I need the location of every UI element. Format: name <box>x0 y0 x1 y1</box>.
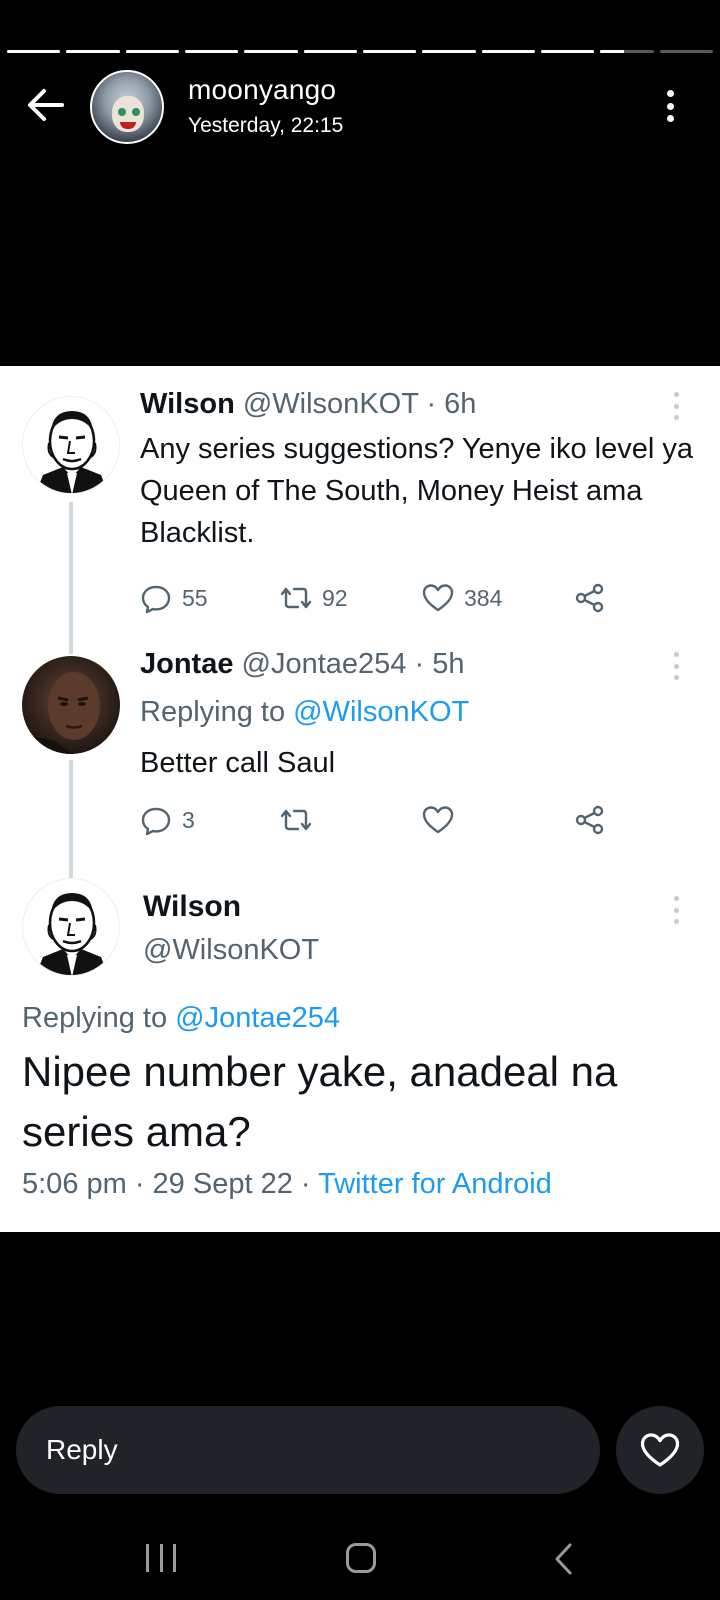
progress-segment <box>362 50 417 53</box>
progress-segment <box>244 50 298 53</box>
retweet-icon <box>280 587 312 609</box>
tweet-header: Jontae @Jontae254 · 5h <box>140 648 464 681</box>
tweet-source-link[interactable]: Twitter for Android <box>318 1168 552 1200</box>
author-name[interactable]: Jontae <box>140 648 233 680</box>
more-options-button[interactable] <box>660 88 680 124</box>
home-button[interactable] <box>346 1543 376 1573</box>
author-handle-time: @Jontae254 · 5h <box>241 648 465 680</box>
like-story-button[interactable] <box>616 1406 704 1494</box>
tweet-text: Better call Saul <box>140 747 336 779</box>
portrait-icon <box>35 411 109 493</box>
thread-line <box>69 760 73 878</box>
chevron-left-icon <box>555 1543 572 1575</box>
progress-segment <box>66 50 120 53</box>
thread-line <box>69 502 73 654</box>
portrait-icon <box>35 893 109 975</box>
author-name[interactable]: Wilson <box>140 388 235 420</box>
reply-icon <box>141 585 171 614</box>
retweet-action[interactable]: 92 <box>280 580 348 616</box>
portrait-icon <box>22 672 100 754</box>
reply-action[interactable]: 3 <box>140 802 195 838</box>
replying-to: Replying to @WilsonKOT <box>140 696 470 728</box>
progress-segment <box>600 50 654 53</box>
progress-segment <box>659 50 713 53</box>
share-icon <box>575 583 604 613</box>
author-name[interactable]: Wilson <box>143 890 241 924</box>
share-icon <box>575 805 604 835</box>
reply-placeholder: Reply <box>46 1434 118 1465</box>
author-handle[interactable]: @WilsonKOT <box>143 934 319 967</box>
story-progress <box>7 50 713 54</box>
tweet-text: Any series suggestions? Yenye iko level … <box>140 433 693 549</box>
progress-segment <box>481 50 535 53</box>
tweet-more-icon[interactable] <box>672 896 680 924</box>
retweet-count: 92 <box>322 584 348 611</box>
progress-segment <box>7 50 61 53</box>
tweet-more-icon[interactable] <box>672 392 680 420</box>
tweet-screenshot: Wilson @WilsonKOT · 6h Any series sugges… <box>0 366 720 1232</box>
system-nav-bar <box>0 1530 720 1586</box>
replying-to: Replying to @Jontae254 <box>22 1002 341 1034</box>
author-handle-time: @WilsonKOT · 6h <box>242 388 477 420</box>
reply-icon <box>141 807 171 836</box>
back-button[interactable] <box>24 84 66 126</box>
recents-button[interactable] <box>146 1544 176 1572</box>
heart-icon <box>640 1433 680 1467</box>
reply-input[interactable]: Reply <box>16 1406 600 1494</box>
story-avatar[interactable] <box>90 70 164 144</box>
reply-action[interactable]: 55 <box>140 580 208 616</box>
avatar-wilson <box>22 878 120 976</box>
tweet-actions: 3 <box>140 802 620 838</box>
tweet-header: Wilson @WilsonKOT · 6h <box>140 388 476 421</box>
tweet-date-meta: 5:06 pm · 29 Sept 22 · Twitter for Andro… <box>22 1168 552 1200</box>
story-timestamp: Yesterday, 22:15 <box>188 114 344 137</box>
replying-to-link[interactable]: @WilsonKOT <box>293 696 469 728</box>
like-action[interactable] <box>422 802 454 838</box>
share-action[interactable] <box>574 802 606 838</box>
focused-tweet-text: Nipee number yake, anadeal na series ama… <box>22 1048 618 1155</box>
avatar-wilson <box>22 396 120 494</box>
story-username[interactable]: moonyango <box>188 74 336 106</box>
retweet-icon <box>280 809 312 831</box>
progress-segment <box>125 50 179 53</box>
tweet-more-icon[interactable] <box>672 652 680 680</box>
tweet-actions: 55 92 384 <box>140 580 620 616</box>
like-count: 384 <box>464 584 503 611</box>
replying-to-link[interactable]: @Jontae254 <box>175 1002 340 1034</box>
reply-count: 3 <box>182 806 195 833</box>
share-action[interactable] <box>574 580 606 616</box>
story-header: moonyango Yesterday, 22:15 <box>0 68 720 144</box>
reply-count: 55 <box>182 584 208 611</box>
retweet-action[interactable] <box>280 802 312 838</box>
progress-segment <box>184 50 239 53</box>
system-back-button[interactable] <box>550 1542 580 1576</box>
progress-segment <box>540 50 595 53</box>
heart-icon <box>422 806 454 834</box>
arrow-left-icon <box>28 89 64 121</box>
avatar-jontae <box>22 656 120 754</box>
heart-icon <box>422 584 454 612</box>
progress-segment <box>303 50 357 53</box>
progress-segment <box>422 50 476 53</box>
like-action[interactable]: 384 <box>422 580 502 616</box>
